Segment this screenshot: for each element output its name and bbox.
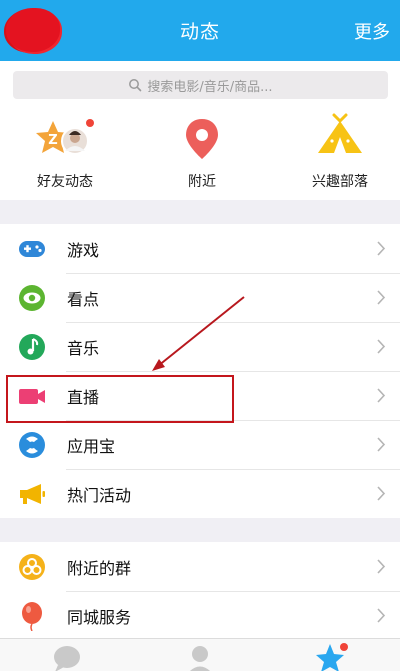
list-item-highlights[interactable]: 看点 — [0, 273, 400, 322]
star-icon — [316, 643, 348, 671]
person-icon — [189, 646, 211, 671]
quick-actions: Z 好友动态 附近 兴趣部落 — [0, 111, 400, 200]
tab-dynamics[interactable] — [300, 641, 360, 671]
service-list: 附近的群 同城服务 — [0, 542, 400, 640]
list-item-app-store[interactable]: 应用宝 — [0, 420, 400, 469]
quick-action-interest-tribe[interactable]: 兴趣部落 — [280, 111, 400, 200]
tab-messages[interactable] — [40, 641, 100, 671]
location-pin-icon — [186, 119, 218, 159]
nearby-groups-icon — [19, 554, 45, 580]
chevron-right-icon — [377, 290, 386, 305]
highlight-box — [6, 375, 234, 423]
quick-action-label: 附近 — [188, 174, 216, 190]
list-item-label: 音乐 — [67, 339, 100, 358]
friends-feed-icon: Z — [36, 119, 94, 155]
more-button[interactable]: 更多 — [354, 18, 390, 44]
list-item-label: 附近的群 — [67, 559, 132, 578]
list-item-nearby-groups[interactable]: 附近的群 — [0, 542, 400, 591]
page-title: 动态 — [179, 21, 220, 43]
list-item-label: 应用宝 — [67, 437, 116, 456]
list-item-city-services[interactable]: 同城服务 — [0, 591, 400, 640]
list-item-label: 游戏 — [67, 241, 100, 260]
quick-action-label: 兴趣部落 — [312, 174, 368, 190]
music-note-icon — [19, 334, 45, 360]
chevron-right-icon — [377, 339, 386, 354]
tent-icon — [318, 113, 362, 153]
tab-contacts[interactable] — [170, 641, 230, 671]
chevron-right-icon — [377, 388, 386, 403]
quick-action-label: 好友动态 — [37, 174, 93, 190]
search-area: 搜索电影/音乐/商品... — [0, 61, 400, 111]
search-input[interactable]: 搜索电影/音乐/商品... — [13, 71, 388, 99]
list-item-label: 同城服务 — [67, 608, 132, 627]
svg-text:Z: Z — [48, 133, 57, 148]
list-item-games[interactable]: 游戏 — [0, 224, 400, 273]
eye-icon — [19, 285, 45, 311]
list-item-hot-events[interactable]: 热门活动 — [0, 469, 400, 518]
list-item-label: 看点 — [67, 290, 100, 309]
search-placeholder: 搜索电影/音乐/商品... — [147, 79, 273, 95]
gamepad-icon — [19, 241, 45, 257]
chevron-right-icon — [377, 608, 386, 623]
list-item-label: 热门活动 — [67, 486, 132, 505]
search-icon — [129, 79, 142, 92]
list-item-music[interactable]: 音乐 — [0, 322, 400, 371]
app-screen: 动态 更多 搜索电影/音乐/商品... Z 好友动态 附近 兴趣部落 游戏 看点… — [0, 0, 400, 671]
chevron-right-icon — [377, 241, 386, 256]
quick-action-nearby[interactable]: 附近 — [142, 111, 262, 200]
bottom-tab-bar — [0, 638, 400, 671]
balloon-icon — [22, 602, 42, 631]
megaphone-icon — [20, 484, 45, 504]
feature-list: 游戏 看点 音乐 直播 应用宝 热门活动 — [0, 224, 400, 518]
quick-action-friends-feed[interactable]: Z 好友动态 — [5, 111, 125, 200]
app-store-icon — [19, 432, 45, 458]
chevron-right-icon — [377, 437, 386, 452]
chat-bubble-icon — [54, 646, 80, 671]
chevron-right-icon — [377, 486, 386, 501]
top-nav-bar: 动态 更多 — [0, 0, 400, 61]
avatar[interactable] — [6, 8, 60, 52]
chevron-right-icon — [377, 559, 386, 574]
